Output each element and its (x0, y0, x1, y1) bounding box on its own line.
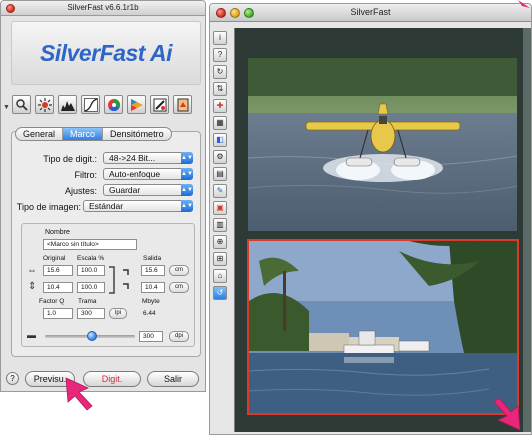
vertical-scrollbar[interactable] (523, 28, 531, 432)
measure-icon[interactable]: ⊞ (213, 252, 227, 266)
mbyte-value: 6.44 (143, 310, 156, 317)
gradation-curve-icon[interactable] (81, 95, 100, 114)
preview-window-titlebar[interactable]: SilverFast (210, 4, 531, 22)
mask-icon[interactable]: ◧ (213, 133, 227, 147)
rotate-icon[interactable]: ↻ (213, 65, 227, 79)
screen-unit-button[interactable]: lpi (109, 308, 127, 319)
save-icon[interactable]: ▤ (213, 167, 227, 181)
filter-value: Auto-enfoque (109, 169, 161, 179)
expert-dialog-icon[interactable] (173, 95, 192, 114)
height-original-field[interactable]: 10.4 (43, 282, 73, 293)
height-output-field[interactable]: 10.4 (141, 282, 165, 293)
resolution-slider-knob[interactable] (87, 331, 97, 341)
tab-marco[interactable]: Marco (63, 128, 104, 140)
q-factor-field[interactable]: 1.0 (43, 308, 73, 319)
color-circle-icon[interactable] (104, 95, 123, 114)
digit-type-value: 48->24 Bit... (109, 153, 156, 163)
scale-bracket-icon (109, 266, 115, 294)
digit-type-select[interactable]: 48->24 Bit... ▲▼ (103, 152, 193, 164)
width-arrows-icon: ⇔ (27, 265, 37, 276)
name-label: Nombre (45, 229, 70, 236)
control-window-title: SilverFast v6.6.1r1b (67, 3, 139, 12)
scale-label: Escala % (77, 255, 105, 262)
filter-select[interactable]: Auto-enfoque ▲▼ (103, 168, 193, 180)
batch-icon[interactable]: ▥ (213, 218, 227, 232)
adjust-label: Ajustes: (64, 186, 97, 196)
width-unit-button[interactable]: cm (169, 265, 189, 276)
silverfast-logo: SilverFast Ai (40, 40, 172, 66)
preview-canvas[interactable] (234, 28, 527, 432)
height-arrows-icon: ⇕ (28, 281, 37, 292)
tab-densitometro[interactable]: Densitómetro (103, 128, 171, 140)
control-window: SilverFast v6.6.1r1b SilverFast Ai ▼ Gen… (0, 0, 206, 392)
adjust-value: Guardar (109, 185, 141, 195)
width-output-field[interactable]: 15.6 (141, 265, 165, 276)
image-type-label: Tipo de imagen: (16, 202, 81, 212)
info-icon[interactable]: i (213, 31, 227, 45)
q-factor-label: Factor Q (39, 298, 65, 305)
filter-label: Filtro: (74, 170, 98, 180)
proportion-lock-icon[interactable] (121, 266, 137, 294)
resolution-field[interactable]: 300 (139, 331, 163, 342)
screen-label: Trama (78, 298, 97, 305)
refresh-icon[interactable]: ↺ (213, 286, 227, 300)
histogram-icon[interactable] (58, 95, 77, 114)
exit-button[interactable]: Salir (147, 371, 199, 387)
help-button[interactable]: ? (6, 372, 19, 385)
mbyte-label: Mbyte (142, 298, 160, 305)
popup-arrows-icon: ▲▼ (181, 152, 193, 164)
screen-field[interactable]: 300 (77, 308, 105, 319)
help-icon[interactable]: ? (213, 48, 227, 62)
selective-color-icon[interactable] (127, 95, 146, 114)
digit-type-label: Tipo de digit.: (43, 154, 97, 164)
global-color-icon[interactable] (150, 95, 169, 114)
image-type-select[interactable]: Estándar ▲▼ (83, 200, 193, 212)
cursor-arrow-icon (65, 377, 93, 411)
tab-bar: General Marco Densitómetro (15, 127, 172, 141)
cursor-arrow-icon (493, 397, 521, 431)
film-icon[interactable]: ▣ (213, 201, 227, 215)
output-label: Salida (143, 255, 162, 262)
lock-icon[interactable]: ⌂ (213, 269, 227, 283)
original-label: Original (43, 255, 66, 262)
cursor-arrow-icon (518, 0, 530, 8)
eyedropper-icon[interactable]: ✎ (213, 184, 227, 198)
mirror-icon[interactable]: ⇅ (213, 82, 227, 96)
prescan-icon[interactable] (12, 95, 31, 114)
popup-arrows-icon: ▲▼ (181, 200, 193, 212)
height-unit-button[interactable]: cm (169, 282, 189, 293)
resolution-icon: ▬ (27, 330, 36, 340)
tab-general[interactable]: General (16, 128, 64, 140)
zoom-icon[interactable]: ⊕ (213, 235, 227, 249)
settings-icon[interactable]: ⚙ (213, 150, 227, 164)
height-scale-field[interactable]: 100.0 (77, 282, 105, 293)
auto-adjust-icon[interactable] (35, 95, 54, 114)
resolution-unit-button[interactable]: dpi (169, 331, 189, 342)
grid-icon[interactable]: ▦ (213, 116, 227, 130)
control-window-titlebar[interactable]: SilverFast v6.6.1r1b (1, 1, 205, 16)
add-frame-icon[interactable]: ✚ (213, 99, 227, 113)
canal-photo-selected-frame[interactable] (247, 239, 519, 415)
logo-area: SilverFast Ai (11, 21, 201, 85)
preview-window: SilverFast i ? ↻ ⇅ ✚ ▦ ◧ ⚙ ▤ ✎ ▣ ▥ ⊕ ⊞ ⌂… (209, 3, 532, 435)
image-type-value: Estándar (89, 201, 124, 211)
popup-arrows-icon: ▲▼ (181, 184, 193, 196)
disclosure-triangle-icon[interactable]: ▼ (3, 104, 10, 111)
preview-window-title: SilverFast (350, 7, 391, 17)
width-scale-field[interactable]: 100.0 (77, 265, 105, 276)
seaplane-photo (248, 58, 517, 231)
popup-arrows-icon: ▲▼ (181, 168, 193, 180)
frame-name-field[interactable]: <Marco sin título> (43, 239, 137, 250)
adjust-select[interactable]: Guardar ▲▼ (103, 184, 193, 196)
width-original-field[interactable]: 15.6 (43, 265, 73, 276)
